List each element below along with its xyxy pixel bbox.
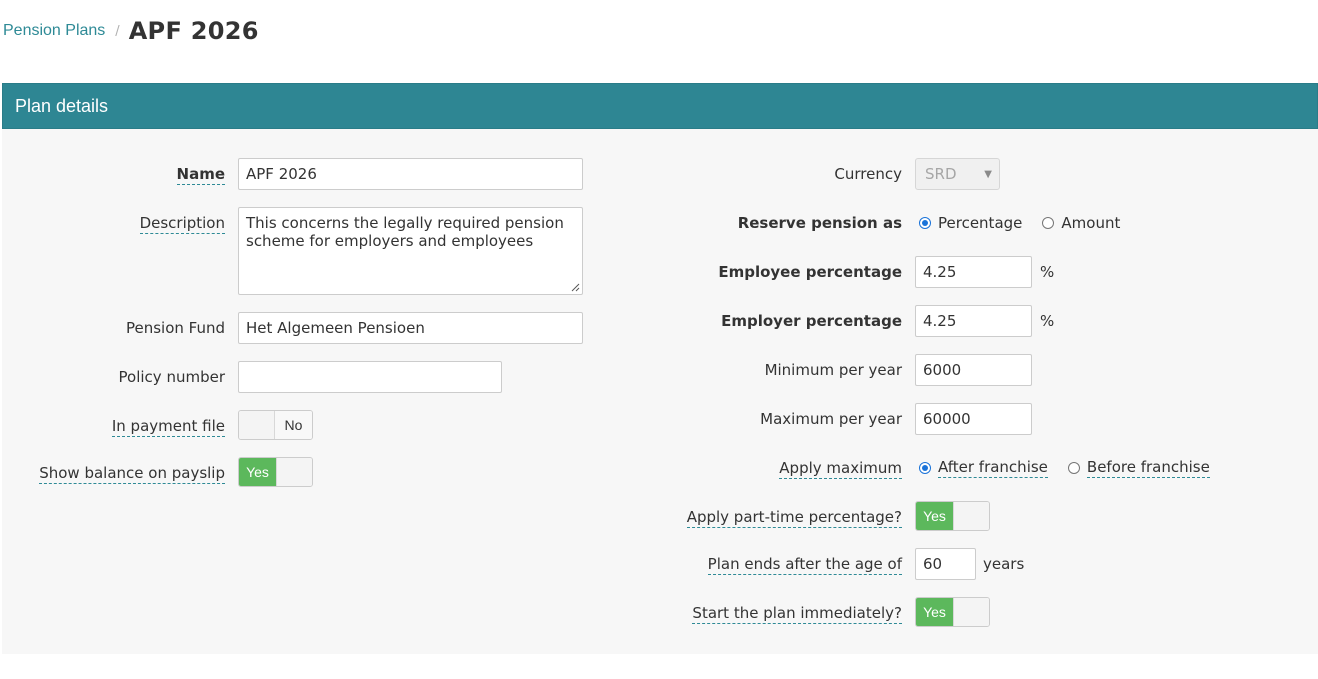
minimum-per-year-input[interactable]: 6000 (915, 354, 1032, 386)
panel-header: Plan details (2, 83, 1318, 129)
plan-ends-age-label-wrap: Plan ends after the age of (600, 548, 902, 580)
apply-maximum-label-wrap: Apply maximum (600, 452, 902, 484)
toggle-yes-text: Yes (239, 458, 276, 486)
currency-select[interactable]: SRD ▼ (915, 158, 1000, 190)
description-text: This concerns the legally required pensi… (246, 214, 564, 250)
show-balance-label: Show balance on payslip (39, 464, 225, 484)
description-textarea[interactable]: This concerns the legally required pensi… (238, 207, 583, 295)
plan-ends-age-input[interactable]: 60 (915, 548, 976, 580)
minimum-per-year-label: Minimum per year (764, 361, 902, 379)
pension-fund-label: Pension Fund (125, 319, 225, 337)
apply-maximum-radio-group: After franchise Before franchise (919, 452, 1210, 484)
apply-part-time-label: Apply part-time percentage? (686, 508, 902, 528)
caret-down-icon: ▼ (984, 168, 992, 180)
currency-label-wrap: Currency (600, 158, 902, 190)
show-balance-toggle[interactable]: Yes (238, 457, 313, 487)
name-input[interactable]: APF 2026 (238, 158, 583, 190)
reserve-pension-label-wrap: Reserve pension as (600, 207, 902, 239)
apply-part-time-label-wrap: Apply part-time percentage? (600, 501, 902, 533)
toggle-knob (239, 411, 275, 439)
breadcrumb-pension-plans-link[interactable]: Pension Plans (3, 22, 105, 40)
employer-percentage-input[interactable]: 4.25 (915, 305, 1032, 337)
reserve-pension-label: Reserve pension as (737, 214, 902, 232)
show-balance-label-wrap: Show balance on payslip (0, 457, 225, 489)
employee-percentage-unit: % (1040, 263, 1055, 281)
employee-percentage-input[interactable]: 4.25 (915, 256, 1032, 288)
policy-number-label-wrap: Policy number (0, 361, 225, 393)
start-immediately-label: Start the plan immediately? (692, 604, 902, 624)
breadcrumb: Pension Plans / APF 2026 (3, 14, 259, 48)
maximum-per-year-input[interactable]: 60000 (915, 403, 1032, 435)
description-label-wrap: Description (0, 207, 225, 239)
radio-before-franchise[interactable] (1067, 462, 1080, 474)
maximum-per-year-label: Maximum per year (760, 410, 902, 428)
name-label-wrap: Name (0, 158, 225, 190)
radio-percentage-label[interactable]: Percentage (938, 214, 1022, 232)
toggle-yes-text: Yes (916, 502, 953, 530)
pension-fund-label-wrap: Pension Fund (0, 312, 225, 344)
apply-part-time-toggle[interactable]: Yes (915, 501, 990, 531)
plan-ends-age-label: Plan ends after the age of (707, 555, 902, 575)
apply-maximum-label: Apply maximum (779, 459, 902, 479)
name-label: Name (176, 165, 225, 185)
reserve-pension-radio-group: Percentage Amount (919, 207, 1120, 239)
pension-fund-input[interactable]: Het Algemeen Pensioen (238, 312, 583, 344)
employee-percentage-label: Employee percentage (718, 263, 902, 281)
toggle-knob (953, 598, 989, 626)
radio-before-franchise-label[interactable]: Before franchise (1086, 458, 1210, 478)
panel-title: Plan details (15, 95, 109, 116)
radio-amount[interactable] (1042, 217, 1055, 229)
page-title: APF 2026 (128, 17, 259, 45)
radio-percentage[interactable] (919, 217, 931, 229)
in-payment-file-label: In payment file (111, 417, 225, 437)
description-label: Description (139, 214, 225, 234)
plan-ends-age-unit: years (983, 555, 1025, 573)
maximum-per-year-label-wrap: Maximum per year (600, 403, 902, 435)
currency-label: Currency (834, 165, 902, 183)
radio-after-franchise[interactable] (919, 462, 931, 474)
toggle-yes-text: Yes (916, 598, 953, 626)
minimum-per-year-label-wrap: Minimum per year (600, 354, 902, 386)
employer-percentage-label: Employer percentage (721, 312, 902, 330)
resize-grip-icon[interactable] (570, 282, 580, 292)
policy-number-label: Policy number (118, 368, 225, 386)
toggle-knob (276, 458, 312, 486)
employee-percentage-label-wrap: Employee percentage (600, 256, 902, 288)
breadcrumb-separator: / (115, 23, 120, 39)
employer-percentage-label-wrap: Employer percentage (600, 305, 902, 337)
in-payment-file-label-wrap: In payment file (0, 410, 225, 442)
policy-number-input[interactable] (238, 361, 502, 393)
radio-after-franchise-label[interactable]: After franchise (938, 458, 1048, 478)
start-immediately-toggle[interactable]: Yes (915, 597, 990, 627)
employer-percentage-unit: % (1040, 312, 1055, 330)
toggle-knob (953, 502, 989, 530)
in-payment-file-toggle[interactable]: No (238, 410, 313, 440)
radio-amount-label[interactable]: Amount (1061, 214, 1120, 232)
start-immediately-label-wrap: Start the plan immediately? (600, 597, 902, 629)
toggle-no-text: No (275, 411, 312, 439)
currency-value: SRD (925, 165, 957, 183)
